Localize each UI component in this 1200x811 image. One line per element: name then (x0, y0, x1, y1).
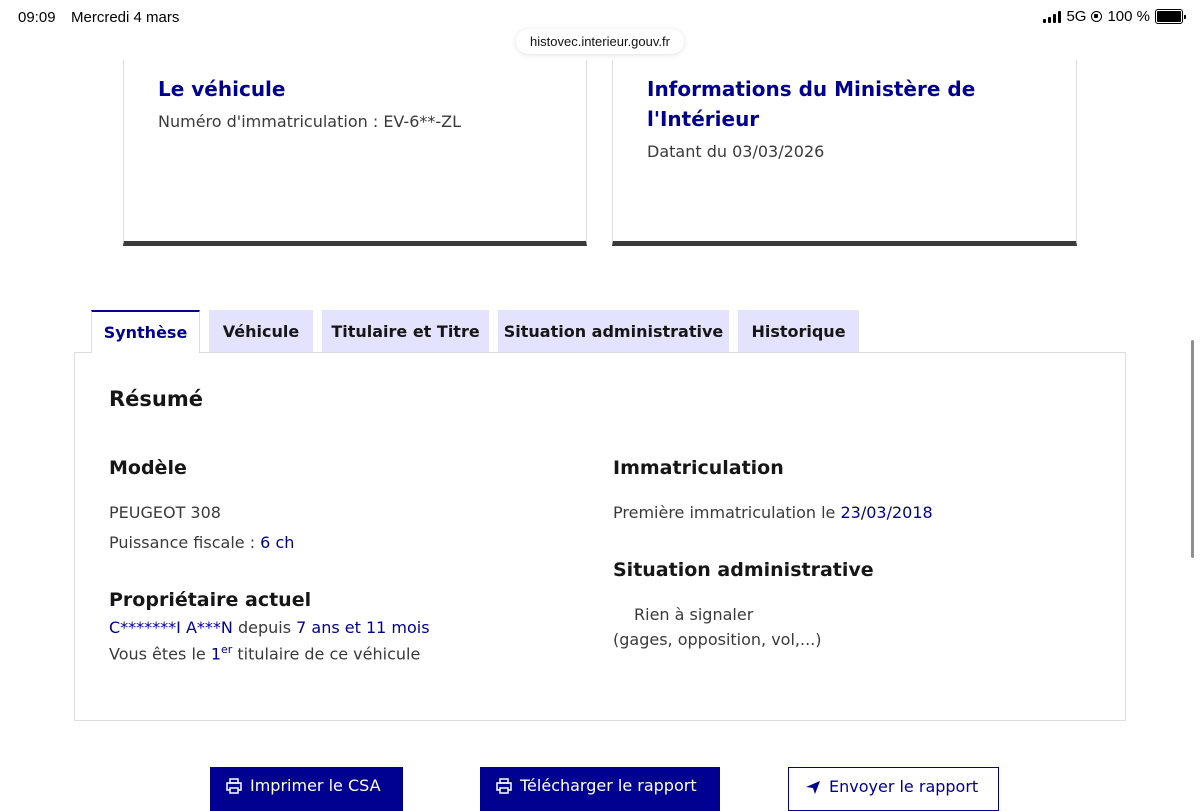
tab-synthese[interactable]: Synthèse (91, 310, 200, 353)
data-date-value: 03/03/2026 (732, 142, 825, 161)
printer-icon (226, 778, 242, 794)
scrollbar-thumb[interactable] (1191, 340, 1194, 558)
synthese-panel: Résumé Modèle PEUGEOT 308 Puissance fisc… (74, 352, 1126, 721)
owner-since-label: depuis (232, 618, 297, 637)
vehicle-card: Le véhicule Numéro d'immatriculation : E… (123, 60, 587, 246)
fiscal-power-value: 6 ch (260, 533, 295, 552)
status-date: Mercredi 4 mars (71, 9, 180, 26)
registration-heading: Immatriculation (613, 457, 784, 479)
model-heading: Modèle (109, 457, 187, 479)
send-report-label: Envoyer le rapport (829, 777, 979, 796)
tab-historique[interactable]: Historique (738, 310, 859, 352)
summary-title: Résumé (109, 387, 203, 411)
network-type: 5G (1066, 8, 1087, 25)
cellular-signal-icon (1043, 10, 1062, 23)
download-report-label: Télécharger le rapport (520, 776, 697, 795)
first-registration-date: 23/03/2018 (840, 503, 933, 522)
owner-duration: 7 ans et 11 mois (296, 618, 430, 637)
admin-heading: Situation administrative (613, 559, 874, 581)
ministry-card: Informations du Ministère de l'Intérieur… (612, 60, 1077, 246)
battery-percent: 100 % (1107, 8, 1150, 25)
tab-situation-administrative[interactable]: Situation administrative (498, 310, 729, 352)
model-name: PEUGEOT 308 (109, 503, 221, 522)
print-csa-button[interactable]: Imprimer le CSA (210, 767, 403, 811)
owner-rank-sup: er (221, 643, 233, 656)
send-report-button[interactable]: Envoyer le rapport (788, 767, 999, 811)
owner-rank-number: 1 (210, 644, 221, 664)
status-time: 09:09 (18, 9, 56, 26)
owner-since: C*******I A***N depuis 7 ans et 11 mois (109, 618, 430, 637)
vehicle-card-title: Le véhicule (158, 77, 286, 101)
plate-number: Numéro d'immatriculation : EV-6**-ZL (158, 112, 461, 131)
owner-rank: Vous êtes le 1er titulaire de ce véhicul… (109, 643, 420, 663)
print-csa-label: Imprimer le CSA (250, 776, 381, 795)
tab-titulaire-et-titre[interactable]: Titulaire et Titre (322, 310, 489, 352)
tab-vehicule[interactable]: Véhicule (209, 310, 313, 352)
ministry-card-title: Informations du Ministère de l'Intérieur (647, 77, 976, 131)
status-indicators: 5G 100 % (1043, 8, 1186, 25)
owner-name: C*******I A***N (109, 618, 233, 637)
owner-rank-suffix: titulaire de ce véhicule (232, 644, 421, 664)
owner-heading: Propriétaire actuel (109, 589, 312, 611)
fiscal-power-label: Puissance fiscale : (109, 533, 261, 552)
first-registration-label: Première immatriculation le (613, 503, 841, 522)
fiscal-power: Puissance fiscale : 6 ch (109, 533, 294, 552)
send-icon (806, 781, 820, 794)
plate-value: EV-6**-ZL (383, 112, 462, 131)
orientation-lock-icon (1091, 11, 1103, 22)
download-report-button[interactable]: Télécharger le rapport (480, 767, 720, 811)
tab-list: Synthèse Véhicule Titulaire et Titre Sit… (91, 310, 859, 353)
battery-icon (1155, 9, 1186, 24)
first-registration: Première immatriculation le 23/03/2018 (613, 503, 933, 522)
data-date-label: Datant du (647, 142, 733, 161)
printer-icon (496, 778, 512, 794)
admin-status: Rien à signaler (634, 605, 754, 624)
owner-rank-prefix: Vous êtes le (109, 644, 211, 664)
browser-url-bar[interactable]: histovec.interieur.gouv.fr (516, 29, 684, 54)
data-date: Datant du 03/03/2026 (647, 142, 824, 161)
admin-note: (gages, opposition, vol,...) (613, 630, 822, 649)
plate-label: Numéro d'immatriculation : (158, 112, 384, 131)
